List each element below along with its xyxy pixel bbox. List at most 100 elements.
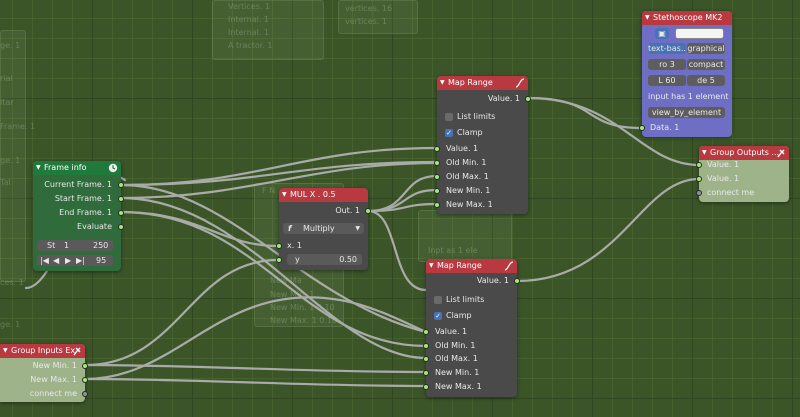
evaluate-socket[interactable]	[118, 224, 124, 230]
playback-controls[interactable]: |◀ ◀ ▶ ▶| 95	[37, 255, 113, 266]
compact-button[interactable]: compact	[687, 59, 725, 70]
value-input-socket[interactable]	[434, 146, 440, 152]
monitor-icon[interactable]: ▣	[655, 28, 669, 39]
data-socket[interactable]	[639, 125, 645, 131]
input-old-min: Old Min. 1	[446, 158, 487, 167]
collapse-arrow-icon[interactable]: ▼	[36, 161, 41, 175]
list-limits-checkbox[interactable]	[445, 113, 453, 121]
new-max-socket[interactable]	[434, 202, 440, 208]
line-length-field[interactable]: L 60	[648, 75, 686, 86]
value-output-socket[interactable]	[525, 96, 531, 102]
value-2-socket[interactable]	[696, 176, 702, 182]
function-icon: f	[288, 224, 292, 233]
map-range-title: Map Range	[437, 261, 482, 270]
link	[366, 209, 428, 292]
value-output-socket[interactable]	[514, 278, 520, 284]
current-frame-socket[interactable]	[118, 182, 124, 188]
multiply-title: MUL X . 0.5	[290, 190, 336, 199]
mode-graphical-button[interactable]: graphical	[687, 43, 725, 54]
link	[119, 183, 428, 334]
input-old-max: Old Max. 1	[435, 354, 478, 363]
new-max-output-socket[interactable]	[82, 377, 88, 383]
playback-frame: 95	[96, 256, 107, 265]
new-min-socket[interactable]	[434, 188, 440, 194]
clamp-label: Clamp	[457, 128, 483, 137]
end-frame-socket[interactable]	[118, 210, 124, 216]
ro-value: 3	[669, 60, 675, 69]
new-max-socket[interactable]	[423, 384, 429, 390]
link	[366, 174, 439, 213]
clamp-checkbox[interactable]: ✓	[445, 129, 453, 137]
new-min-output-socket[interactable]	[82, 363, 88, 369]
collapse-arrow-icon[interactable]: ▼	[440, 76, 445, 90]
group-inputs-title: Group Inputs Ex	[11, 346, 76, 355]
out-socket[interactable]	[365, 208, 371, 214]
group-inputs-header[interactable]: ▼ Group Inputs Ex	[0, 344, 85, 358]
de-value: 5	[709, 76, 715, 85]
color-swatch[interactable]	[675, 28, 724, 39]
collapse-arrow-icon[interactable]: ▼	[645, 11, 650, 25]
output-out: Out. 1	[335, 206, 360, 215]
jump-start-icon[interactable]: |◀	[40, 255, 49, 266]
list-limits-label: List limits	[446, 295, 485, 304]
map-range-header[interactable]: ▼ Map Range	[437, 76, 528, 90]
start-frame-socket[interactable]	[118, 196, 124, 202]
list-limits-checkbox[interactable]	[434, 296, 442, 304]
map-range-node-top[interactable]: ▼ Map Range Value. 1 List limits ✓ Clamp…	[434, 76, 531, 214]
connect-me-socket[interactable]	[82, 391, 88, 397]
old-min-socket[interactable]	[434, 160, 440, 166]
frame-range-field[interactable]: St 1 250	[37, 240, 113, 251]
link	[83, 377, 428, 388]
multiply-header[interactable]: ▼ MUL X . 0.5	[279, 188, 368, 202]
group-inputs-node[interactable]: ▼ Group Inputs Ex New Min. 1 New Max. 1 …	[0, 344, 88, 402]
connect-me-socket[interactable]	[696, 190, 702, 196]
collapse-arrow-icon[interactable]: ▼	[3, 344, 8, 358]
link	[515, 177, 701, 283]
collapse-arrow-icon[interactable]: ▼	[282, 188, 287, 202]
stethoscope-header[interactable]: ▼ Stethoscope MK2	[642, 11, 732, 25]
multiply-node[interactable]: ▼ MUL X . 0.5 Out. 1 f Multiply ▼ x. 1 y…	[276, 188, 371, 270]
stethoscope-node[interactable]: ▼ Stethoscope MK2 ▣ text-bas... graphica…	[639, 11, 732, 137]
operation-dropdown[interactable]: f Multiply ▼	[283, 223, 364, 234]
start-label: St	[47, 241, 56, 250]
x-socket[interactable]	[276, 243, 282, 249]
rows-field[interactable]: ro 3	[648, 59, 686, 70]
l-value: 60	[665, 76, 676, 85]
map-range-node-bottom[interactable]: ▼ Map Range Value. 1 List limits ✓ Clamp…	[423, 259, 520, 397]
y-value: 0.50	[339, 255, 357, 264]
clock-icon	[108, 163, 118, 173]
step-forward-icon[interactable]: ▶|	[76, 255, 85, 266]
frame-info-header[interactable]: ▼ Frame info	[33, 161, 121, 175]
step-back-icon[interactable]: ◀	[53, 255, 59, 266]
group-outputs-title: Group Outputs ...	[710, 148, 780, 157]
y-field[interactable]: y 0.50	[287, 254, 362, 265]
old-max-socket[interactable]	[423, 356, 429, 362]
group-input-connect: connect me	[29, 389, 77, 398]
curve-icon	[504, 261, 514, 271]
play-icon[interactable]: ▶	[65, 255, 71, 266]
end-value: 250	[93, 241, 109, 250]
new-min-socket[interactable]	[423, 370, 429, 376]
old-min-socket[interactable]	[423, 343, 429, 349]
input-new-max: New Max. 1	[435, 382, 482, 391]
group-outputs-node[interactable]: ▼ Group Outputs ... Value. 1 Value. 1 co…	[696, 146, 789, 202]
clamp-checkbox[interactable]: ✓	[434, 312, 442, 320]
collapse-arrow-icon[interactable]: ▼	[702, 146, 707, 160]
list-limits-label: List limits	[457, 112, 496, 121]
collapse-arrow-icon[interactable]: ▼	[429, 259, 434, 273]
map-range-header[interactable]: ▼ Map Range	[426, 259, 517, 273]
l-label: L	[658, 76, 663, 85]
depth-field[interactable]: de 5	[687, 75, 725, 86]
frame-info-node[interactable]: ▼ Frame info Current Frame. 1 Start Fram…	[33, 161, 124, 271]
input-old-max: Old Max. 1	[446, 172, 489, 181]
input-new-max: New Max. 1	[446, 200, 493, 209]
group-outputs-header[interactable]: ▼ Group Outputs ...	[699, 146, 789, 160]
plug-icon	[73, 347, 81, 356]
value-input-socket[interactable]	[423, 329, 429, 335]
mode-text-button[interactable]: text-bas...	[648, 43, 686, 54]
y-socket[interactable]	[276, 257, 282, 263]
old-max-socket[interactable]	[434, 174, 440, 180]
view-by-element-button[interactable]: view_by_element	[648, 107, 725, 118]
ro-label: ro	[659, 60, 668, 69]
value-1-socket[interactable]	[696, 162, 702, 168]
